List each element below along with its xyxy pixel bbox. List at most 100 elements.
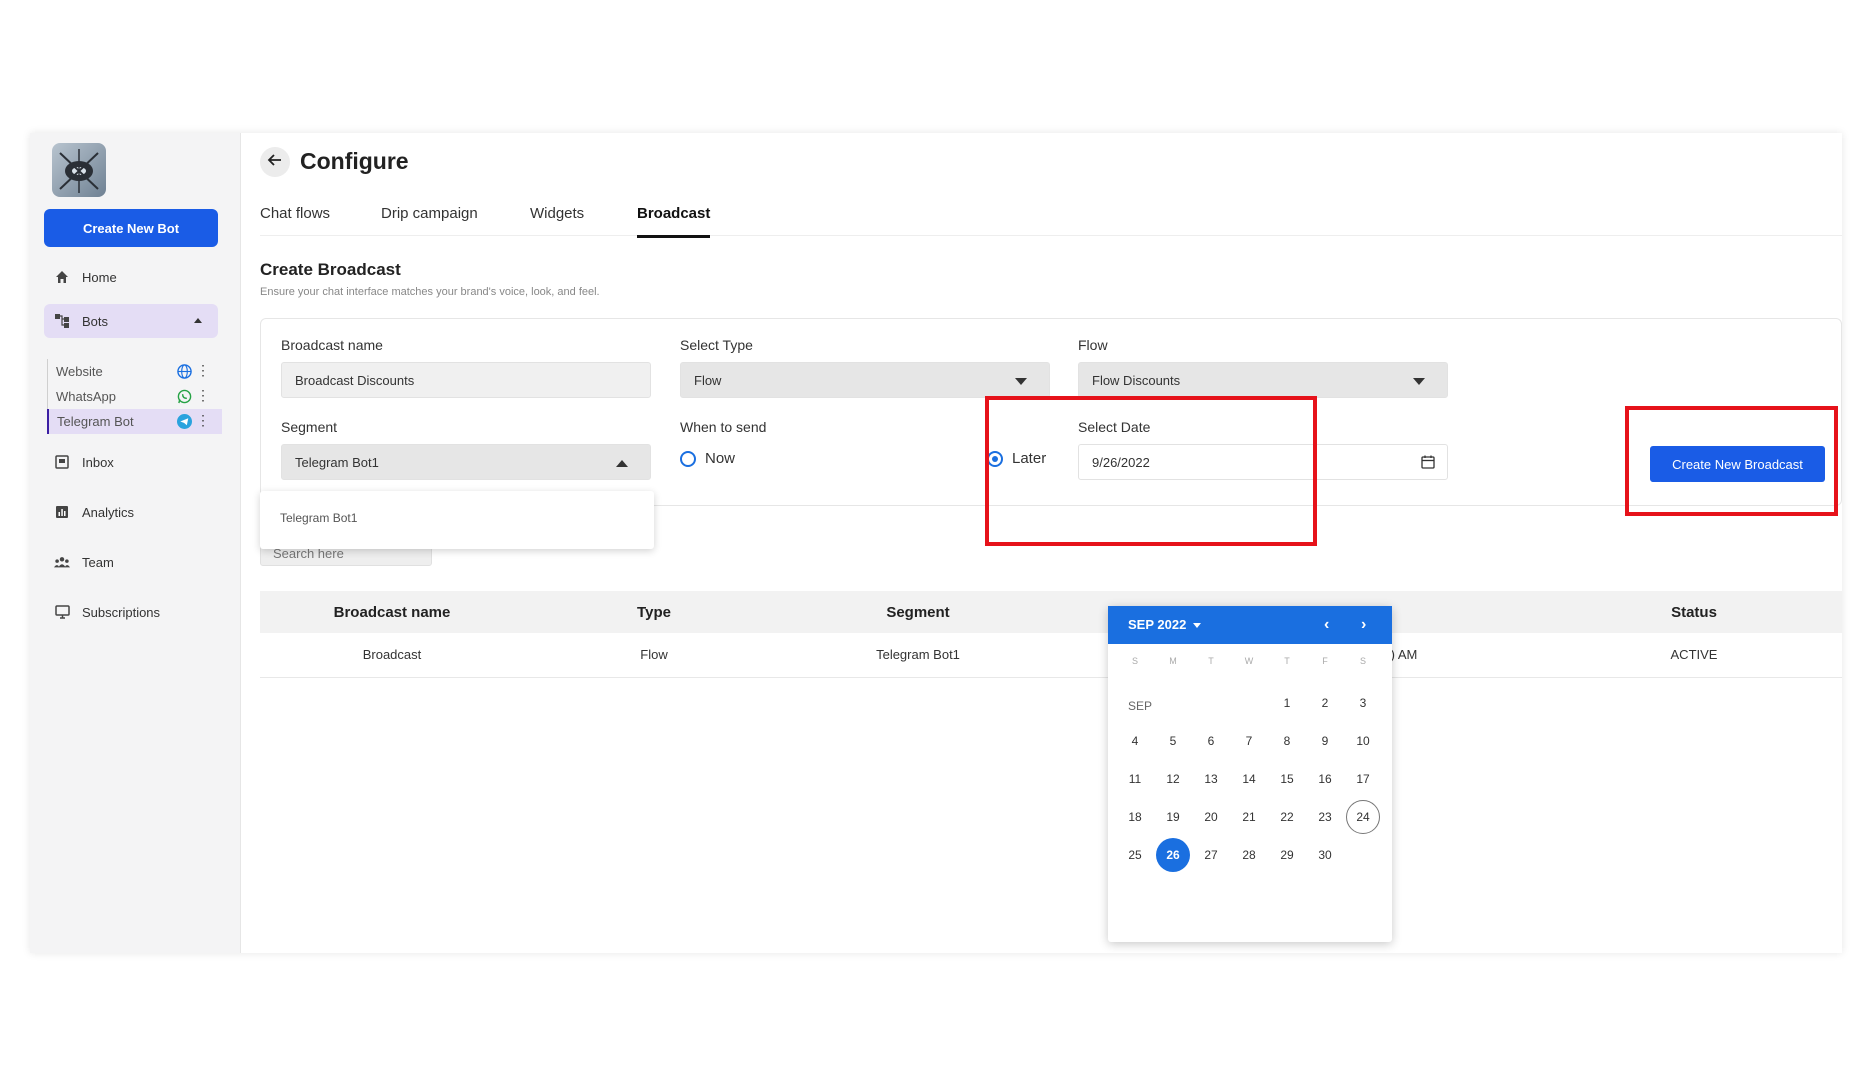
- segment-value: Telegram Bot1: [295, 454, 379, 470]
- calendar-day[interactable]: 22: [1270, 800, 1304, 834]
- calendar-day[interactable]: 25: [1118, 838, 1152, 872]
- weekday-label: S: [1359, 656, 1366, 666]
- table-header: Broadcast name Type Segment Status: [260, 591, 1842, 633]
- calendar-day[interactable]: 29: [1270, 838, 1304, 872]
- nav-analytics[interactable]: Analytics: [44, 495, 218, 529]
- more-options-icon[interactable]: ⋮: [196, 413, 210, 428]
- calendar-day[interactable]: 16: [1308, 762, 1342, 796]
- bot-list: Website ⋮ WhatsApp ⋮ Telegram Bot ⋮: [47, 359, 222, 434]
- calendar-day[interactable]: 6: [1194, 724, 1228, 758]
- segment-option[interactable]: Telegram Bot1: [280, 511, 357, 525]
- column-header-broadcast-name[interactable]: Broadcast name: [334, 604, 451, 621]
- cell-broadcast-name: Broadcast: [362, 647, 422, 662]
- calendar-day[interactable]: 21: [1232, 800, 1266, 834]
- calendar-day[interactable]: 11: [1118, 762, 1152, 796]
- tab-drip-campaign[interactable]: Drip campaign: [381, 205, 478, 235]
- app-window: Create New Bot Home Bots Website ⋮ Whats…: [30, 133, 1842, 953]
- bot-item-telegram[interactable]: Telegram Bot ⋮: [47, 409, 222, 434]
- calendar-day[interactable]: 27: [1194, 838, 1228, 872]
- tab-broadcast[interactable]: Broadcast: [637, 205, 711, 238]
- calendar-day[interactable]: 28: [1232, 838, 1266, 872]
- calendar-day[interactable]: 4: [1118, 724, 1152, 758]
- tab-bar: Chat flows Drip campaign Widgets Broadca…: [260, 205, 1842, 238]
- calendar-day[interactable]: 17: [1346, 762, 1380, 796]
- prev-month-icon[interactable]: ‹: [1324, 616, 1329, 634]
- telegram-icon: [177, 414, 192, 429]
- nav-home[interactable]: Home: [44, 260, 218, 294]
- calendar-icon[interactable]: [1421, 455, 1435, 472]
- tab-chat-flows[interactable]: Chat flows: [260, 205, 330, 235]
- segment-dropdown-menu: Telegram Bot1: [260, 491, 654, 549]
- create-new-bot-button[interactable]: Create New Bot: [44, 209, 218, 247]
- calendar-day[interactable]: 5: [1156, 724, 1190, 758]
- calendar-day[interactable]: 20: [1194, 800, 1228, 834]
- table-row[interactable]: Broadcast Flow Telegram Bot1 ) AM ACTIVE: [260, 633, 1842, 678]
- caret-down-icon: [1015, 378, 1027, 385]
- nav-subscriptions[interactable]: Subscriptions: [44, 595, 218, 629]
- calendar-day[interactable]: 7: [1232, 724, 1266, 758]
- flow-value: Flow Discounts: [1092, 372, 1181, 388]
- calendar-day[interactable]: 24: [1346, 800, 1380, 834]
- column-header-status[interactable]: Status: [1671, 604, 1717, 621]
- bot-item-label: WhatsApp: [56, 389, 116, 404]
- calendar-day[interactable]: 13: [1194, 762, 1228, 796]
- calendar-day[interactable]: 2: [1308, 686, 1342, 720]
- tab-widgets[interactable]: Widgets: [530, 205, 584, 235]
- radio-now[interactable]: [680, 451, 696, 467]
- cell-time-fragment: ) AM: [1390, 647, 1418, 662]
- more-options-icon[interactable]: ⋮: [196, 363, 210, 378]
- globe-icon: [177, 364, 192, 379]
- nav-analytics-label: Analytics: [82, 504, 135, 520]
- nav-bots-label: Bots: [82, 313, 109, 329]
- calendar-day[interactable]: 15: [1270, 762, 1304, 796]
- highlight-box-date: [985, 396, 1317, 546]
- back-button[interactable]: [260, 147, 290, 177]
- calendar-day[interactable]: 1: [1270, 686, 1304, 720]
- broadcast-name-input[interactable]: Broadcast Discounts: [281, 362, 651, 398]
- caret-down-icon: [1413, 378, 1425, 385]
- segment-dropdown[interactable]: Telegram Bot1: [281, 444, 651, 480]
- subscriptions-icon: [54, 604, 70, 620]
- calendar-day[interactable]: 19: [1156, 800, 1190, 834]
- radio-now-label: Now: [705, 450, 736, 467]
- nav-team-label: Team: [82, 554, 114, 570]
- calendar-month-label: SEP: [1128, 699, 1153, 713]
- cell-status: ACTIVE: [1670, 647, 1718, 662]
- weekday-label: T: [1284, 656, 1290, 666]
- flow-label: Flow: [1078, 337, 1108, 353]
- home-icon: [54, 269, 70, 285]
- date-picker: SEP 2022 ‹ › SMTWTFS SEP 1 2 3 4 5 6 7 8 9 10 11 12…: [1108, 606, 1392, 942]
- more-options-icon[interactable]: ⋮: [196, 388, 210, 403]
- weekday-label: W: [1244, 656, 1254, 666]
- calendar-day[interactable]: 8: [1270, 724, 1304, 758]
- weekday-label: S: [1131, 656, 1138, 666]
- nav-team[interactable]: Team: [44, 545, 218, 579]
- month-year-selector[interactable]: SEP 2022: [1128, 617, 1201, 632]
- analytics-icon: [54, 504, 70, 520]
- calendar-day[interactable]: 3: [1346, 686, 1380, 720]
- sidebar: Create New Bot Home Bots Website ⋮ Whats…: [30, 133, 241, 953]
- weekday-label: T: [1208, 656, 1214, 666]
- column-header-segment[interactable]: Segment: [886, 604, 949, 621]
- calendar-day[interactable]: 18: [1118, 800, 1152, 834]
- calendar-day[interactable]: 12: [1156, 762, 1190, 796]
- calendar-day[interactable]: 10: [1346, 724, 1380, 758]
- flow-dropdown[interactable]: Flow Discounts: [1078, 362, 1448, 398]
- chevron-up-icon: [194, 318, 202, 323]
- select-type-dropdown[interactable]: Flow: [680, 362, 1050, 398]
- calendar-day[interactable]: 14: [1232, 762, 1266, 796]
- next-month-icon[interactable]: ›: [1361, 616, 1366, 634]
- calendar-day[interactable]: 26: [1156, 838, 1190, 872]
- bot-item-whatsapp[interactable]: WhatsApp ⋮: [48, 384, 222, 409]
- calendar-day[interactable]: 9: [1308, 724, 1342, 758]
- calendar-day[interactable]: 30: [1308, 838, 1342, 872]
- nav-home-label: Home: [82, 269, 117, 285]
- month-year-label: SEP 2022: [1128, 617, 1187, 632]
- cell-type: Flow: [640, 647, 668, 662]
- section-title: Create Broadcast: [260, 260, 401, 279]
- nav-inbox[interactable]: Inbox: [44, 445, 218, 479]
- calendar-day[interactable]: 23: [1308, 800, 1342, 834]
- bot-item-website[interactable]: Website ⋮: [48, 359, 222, 384]
- column-header-type[interactable]: Type: [637, 604, 671, 621]
- nav-bots[interactable]: Bots: [44, 304, 218, 338]
